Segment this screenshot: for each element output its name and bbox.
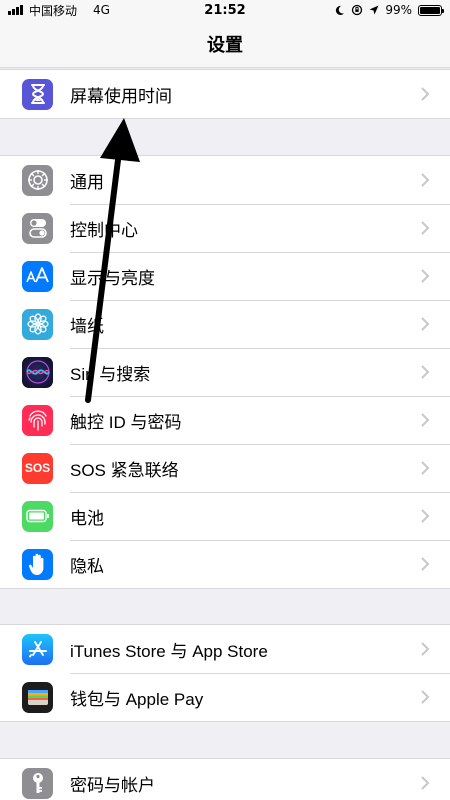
- settings-row-label: 墙纸: [70, 316, 104, 336]
- flower-icon: [22, 308, 53, 340]
- chevron-right-icon: [410, 413, 440, 427]
- settings-row-label: 通用: [70, 172, 104, 192]
- chevron-right-icon: [410, 461, 440, 475]
- settings-row-label: 电池: [70, 508, 104, 528]
- battery-percent: 99%: [385, 3, 412, 17]
- gear-icon: [22, 164, 53, 196]
- hand-icon: [22, 548, 53, 580]
- siri-icon: [22, 356, 53, 388]
- settings-row-wallet[interactable]: 钱包与 Apple Pay: [0, 673, 450, 721]
- settings-row-privacy[interactable]: 隐私: [0, 540, 450, 588]
- chevron-right-icon: [410, 509, 440, 523]
- settings-row-control-center[interactable]: 控制中心: [0, 204, 450, 252]
- settings-row-label: SOS 紧急联络: [70, 460, 179, 480]
- hourglass-icon: [22, 78, 53, 110]
- settings-row-wallpaper[interactable]: 墙纸: [0, 300, 450, 348]
- navigation-bar: 设置: [0, 20, 450, 68]
- chevron-right-icon: [410, 269, 440, 283]
- settings-row-label: 密码与帐户: [70, 775, 155, 795]
- settings-row-touch-id[interactable]: 触控 ID 与密码: [0, 396, 450, 444]
- settings-row-label: 显示与亮度: [70, 268, 155, 288]
- settings-row-battery[interactable]: 电池: [0, 492, 450, 540]
- settings-row-label: 触控 ID 与密码: [70, 412, 182, 432]
- settings-group-screen-time: 屏幕使用时间: [0, 69, 450, 119]
- chevron-right-icon: [410, 365, 440, 379]
- signal-strength-icon: [8, 5, 23, 15]
- moon-icon: [336, 5, 345, 15]
- status-bar: 中国移动 4G 21:52 99%: [0, 0, 450, 20]
- sos-icon: SOS: [22, 452, 53, 484]
- chevron-right-icon: [410, 317, 440, 331]
- network-type: 4G: [93, 3, 110, 17]
- settings-row-emergency-sos[interactable]: SOS SOS 紧急联络: [0, 444, 450, 492]
- settings-row-label: 控制中心: [70, 220, 138, 240]
- key-icon: [22, 767, 53, 799]
- location-icon: [369, 5, 379, 15]
- settings-row-passwords-accounts[interactable]: 密码与帐户: [0, 759, 450, 800]
- chevron-right-icon: [410, 87, 440, 101]
- settings-row-label: 钱包与 Apple Pay: [70, 689, 204, 709]
- app-store-icon: [22, 633, 53, 665]
- battery-indicator-icon: [418, 4, 444, 16]
- settings-group-stores: iTunes Store 与 App Store 钱包与 Apple Pay: [0, 624, 450, 722]
- text-size-icon: [22, 260, 53, 292]
- chevron-right-icon: [410, 690, 440, 704]
- toggle-switches-icon: [22, 212, 53, 244]
- settings-row-label: Siri 与搜索: [70, 364, 151, 384]
- chevron-right-icon: [410, 642, 440, 656]
- fingerprint-icon: [22, 404, 53, 436]
- settings-row-label: 隐私: [70, 556, 104, 576]
- settings-row-general[interactable]: 通用: [0, 156, 450, 204]
- status-time: 21:52: [204, 2, 246, 18]
- chevron-right-icon: [410, 776, 440, 790]
- wallet-icon: [22, 681, 53, 713]
- settings-group-passwords: 密码与帐户: [0, 758, 450, 800]
- carrier-name: 中国移动: [29, 3, 78, 18]
- settings-row-itunes-app-store[interactable]: iTunes Store 与 App Store: [0, 625, 450, 673]
- battery-icon: [22, 500, 53, 532]
- chevron-right-icon: [410, 173, 440, 187]
- settings-row-screen-time[interactable]: 屏幕使用时间: [0, 70, 450, 118]
- settings-row-siri[interactable]: Siri 与搜索: [0, 348, 450, 396]
- settings-row-display[interactable]: 显示与亮度: [0, 252, 450, 300]
- sos-icon-text: SOS: [24, 461, 51, 475]
- settings-row-label: 屏幕使用时间: [70, 86, 172, 106]
- settings-row-label: iTunes Store 与 App Store: [70, 641, 268, 661]
- chevron-right-icon: [410, 221, 440, 235]
- chevron-right-icon: [410, 557, 440, 571]
- settings-group-general: 通用 控制中心 显示与亮度 墙纸 Siri 与搜索 触控 ID 与密码 SOS …: [0, 155, 450, 589]
- rotation-lock-icon: [352, 4, 363, 16]
- page-title: 设置: [207, 34, 243, 56]
